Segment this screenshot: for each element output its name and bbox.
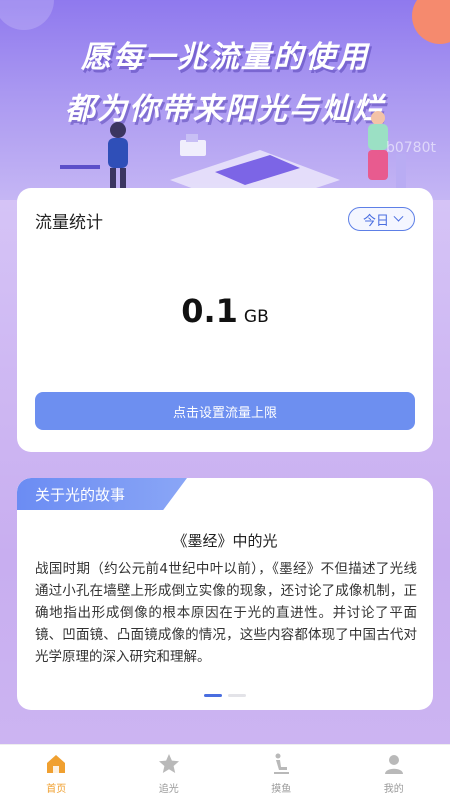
period-label: 今日 [362,213,389,229]
tab-slack-off[interactable]: 摸鱼 [225,745,338,800]
carousel-dot-active[interactable] [204,694,222,697]
carousel-dot[interactable] [228,694,246,697]
usage-unit: GB [243,307,269,327]
watermark-text: b0780t [385,140,436,156]
seat-icon [274,753,290,774]
usage-value: 0.1 [181,292,238,330]
carousel-indicator [17,694,433,697]
decorative-circle [0,0,54,30]
tab-label: 我的 [383,784,404,795]
tab-chase-light[interactable]: 追光 [113,745,226,800]
story-card: 关于光的故事 《墨经》中的光 战国时期（约公元前4世纪中叶以前），《墨经》不但描… [17,478,433,710]
user-icon [384,755,403,774]
period-dropdown[interactable]: 今日 [347,207,415,231]
chevron-down-icon [393,211,404,222]
story-title: 《墨经》中的光 [172,532,278,550]
tab-home[interactable]: 首页 [0,745,113,800]
story-body: 战国时期（约公元前4世纪中叶以前），《墨经》不但描述了光线通过小孔在墙壁上形成倒… [35,561,417,665]
story-section-tab: 关于光的故事 [17,478,187,510]
bottom-tab-bar: 首页 追光 摸鱼 我的 [0,744,450,800]
hero-banner: 愿每一兆流量的使用 都为你带来阳光与灿烂 b0780t [0,0,450,200]
traffic-stats-card: 流量统计 今日 0.1 GB 点击设置流量上限 [17,188,433,452]
tab-label: 首页 [46,784,67,795]
home-icon [47,755,66,773]
usage-display: 0.1 GB [17,292,433,330]
slogan-line-1: 愿每一兆流量的使用 [81,40,369,75]
star-icon [158,754,179,773]
set-limit-button[interactable]: 点击设置流量上限 [35,392,415,430]
hero-illustration [60,111,406,200]
tab-mine[interactable]: 我的 [338,745,450,800]
tab-label: 追光 [158,784,179,795]
tab-label: 摸鱼 [271,784,292,795]
card-title: 流量统计 [35,213,103,233]
